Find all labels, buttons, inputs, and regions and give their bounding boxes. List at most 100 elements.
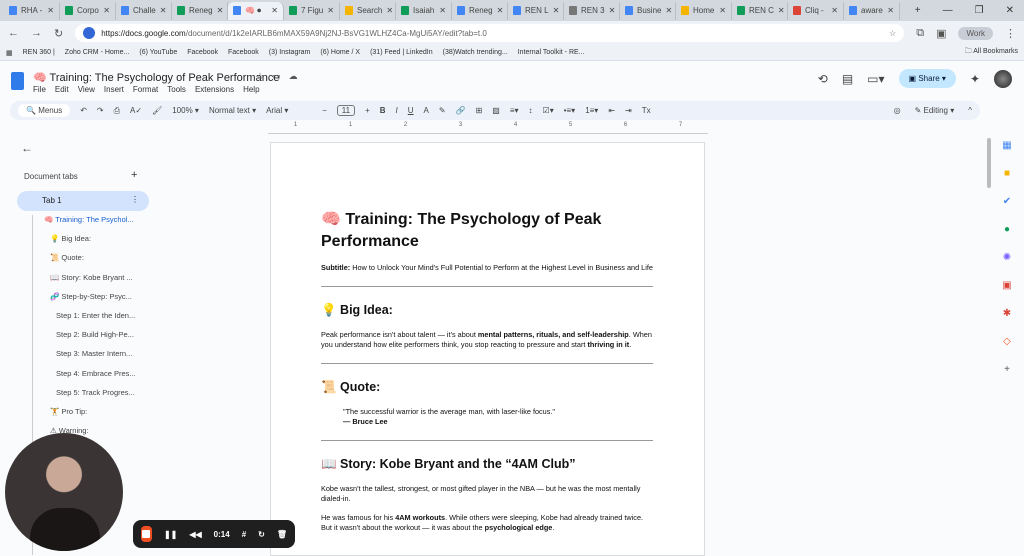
menu-edit[interactable]: Edit [55,85,69,94]
outline-item[interactable]: Step 3: Master Intern... [56,349,132,358]
tab-options-icon[interactable]: ⋮ [131,195,139,204]
outline-item[interactable]: Step 2: Build High-Pe... [56,330,134,339]
bookmark-item[interactable]: Facebook [228,49,259,56]
restore-button[interactable]: ❐ [975,5,984,16]
outline-item[interactable]: 🏋 Pro Tip: [50,407,87,416]
tasks-icon[interactable]: ✔ [1003,196,1011,207]
menu-format[interactable]: Format [133,85,158,94]
close-tab-icon[interactable]: ✕ [778,6,785,15]
bullet-list-icon[interactable]: •≡▾ [564,106,575,115]
menu-tools[interactable]: Tools [167,85,186,94]
browser-tab[interactable]: 7 Figu ✕ [284,1,340,20]
add-on-icon[interactable]: ✱ [1003,308,1011,319]
grid-icon[interactable]: # [242,530,246,539]
new-tab-button[interactable]: + [915,5,921,16]
italic-icon[interactable]: I [396,106,398,115]
add-on-icon[interactable]: ▣ [1002,280,1011,291]
close-tab-icon[interactable]: ✕ [217,6,224,15]
bookmark-star-icon[interactable]: ☆ [889,29,896,38]
close-tab-icon[interactable]: ✕ [719,6,726,15]
voice-icon[interactable]: ◎ [894,106,901,115]
print-icon[interactable]: ⎙ [114,106,120,116]
tab-1[interactable]: Tab 1 ⋮ [17,191,149,211]
outline-item[interactable]: Step 5: Track Progres... [56,388,135,397]
clear-format-icon[interactable]: Tx [642,106,651,115]
outline-item[interactable]: Step 4: Embrace Pres... [56,369,136,378]
increase-size-button[interactable]: + [365,106,370,115]
menu-help[interactable]: Help [243,85,259,94]
outline-item[interactable]: 📜 Quote: [50,253,84,262]
share-button[interactable]: ▣ Share ▾ [898,69,956,88]
back-icon[interactable]: ← [8,27,19,39]
docs-logo[interactable] [11,72,24,90]
pause-icon[interactable]: ❚❚ [164,530,177,539]
gemini-icon[interactable]: ✦ [970,72,980,86]
decrease-size-button[interactable]: − [322,106,327,115]
bookmark-item[interactable]: (6) YouTube [139,49,177,56]
bookmark-item[interactable]: (31) Feed | LinkedIn [370,49,433,56]
close-tab-icon[interactable]: ✕ [497,6,504,15]
comment-add-icon[interactable]: ⊞ [476,106,483,115]
outline-item[interactable]: 🧬 Step-by-Step: Psyc... [50,292,132,301]
bookmark-item[interactable]: Facebook [187,49,218,56]
text-color-icon[interactable]: A [424,106,429,115]
image-icon[interactable]: ▨ [492,106,500,115]
add-on-icon[interactable]: ✺ [1003,252,1011,263]
menu-file[interactable]: File [33,85,46,94]
highlight-icon[interactable]: ✎ [439,106,446,115]
close-tab-icon[interactable]: ✕ [271,6,278,15]
font-select[interactable]: Arial ▾ [266,106,312,115]
outline-item[interactable]: Step 1: Enter the Iden... [56,311,135,320]
extension-icon[interactable]: ⧉ [916,27,924,40]
close-tab-icon[interactable]: ✕ [327,6,334,15]
back-arrow-icon[interactable]: ← [21,141,33,155]
add-tab-icon[interactable]: + [131,169,137,181]
align-icon[interactable]: ≡▾ [510,106,519,115]
outline-item[interactable]: 🧠 Training: The Psychol... [44,215,134,224]
close-window-button[interactable]: ✕ [1006,5,1014,16]
ruler[interactable]: 1 1 2 3 4 5 6 7 [268,122,708,134]
close-tab-icon[interactable]: ✕ [665,6,672,15]
menu-extensions[interactable]: Extensions [195,85,234,94]
bookmark-item[interactable]: Zoho CRM - Home... [65,49,130,56]
undo-icon[interactable]: ↶ [80,106,87,115]
search-menus[interactable]: 🔍 Menus [18,104,71,117]
rewind-icon[interactable]: ◀◀ [189,530,201,539]
close-tab-icon[interactable]: ✕ [47,6,54,15]
close-tab-icon[interactable]: ✕ [609,6,616,15]
browser-tab[interactable]: Home ✕ [676,1,732,20]
url-input[interactable]: https://docs.google.com/document/d/1k2eI… [75,24,905,42]
browser-tab[interactable]: Isaiah ✕ [396,1,452,20]
close-tab-icon[interactable]: ✕ [103,6,110,15]
browser-tab[interactable]: RHA - ✕ [4,1,60,20]
browser-tab[interactable]: Challe ✕ [116,1,172,20]
profile-button[interactable]: Work [958,26,993,40]
outdent-icon[interactable]: ⇤ [608,106,615,115]
collapse-toolbar-icon[interactable]: ^ [968,106,972,115]
document-page[interactable]: 🧠 Training: The Psychology of Peak Perfo… [270,142,705,556]
webcam-overlay[interactable] [5,433,123,551]
avatar[interactable] [994,69,1012,88]
outline-item[interactable]: 💡 Big Idea: [50,234,91,243]
menu-view[interactable]: View [78,85,95,94]
bookmark-item[interactable]: (3) Instagram [269,49,311,56]
add-on-icon[interactable]: ◇ [1003,336,1011,347]
style-select[interactable]: Normal text ▾ [209,106,256,115]
browser-tab[interactable]: aware ✕ [844,1,900,20]
checklist-icon[interactable]: ☑▾ [543,106,554,115]
restart-icon[interactable]: ↻ [258,530,265,539]
zoom-select[interactable]: 100% ▾ [172,106,199,115]
close-tab-icon[interactable]: ✕ [553,6,560,15]
browser-tab[interactable]: Corpo ✕ [60,1,116,20]
browser-tab[interactable]: REN C ✕ [732,1,788,20]
redo-icon[interactable]: ↷ [97,106,104,115]
version-history-icon[interactable]: ⟲ [818,72,828,86]
menu-insert[interactable]: Insert [104,85,124,94]
browser-tab[interactable]: REN 3 ✕ [564,1,620,20]
bookmark-item[interactable]: REN 360 | [23,49,55,56]
bookmark-item[interactable]: (6) Home / X [320,49,360,56]
reload-icon[interactable]: ↻ [54,27,63,40]
close-tab-icon[interactable]: ✕ [439,6,446,15]
bookmark-item[interactable]: (38)Watch trending... [443,49,508,56]
star-icon[interactable]: ☆ [256,71,264,82]
